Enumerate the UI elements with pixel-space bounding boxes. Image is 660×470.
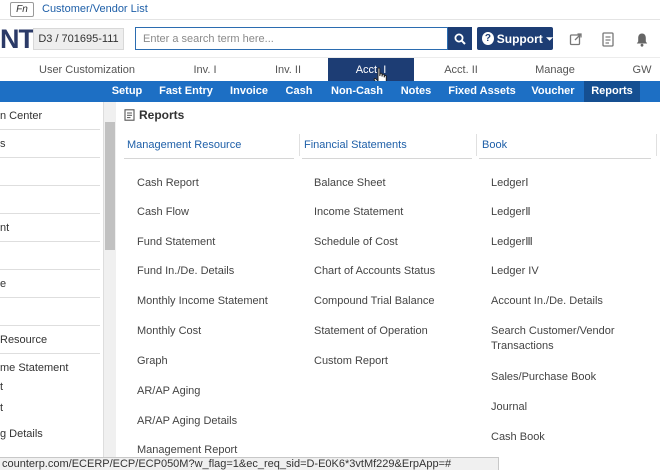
- fn-key-button[interactable]: Fn: [10, 2, 34, 17]
- subtab-notes[interactable]: Notes: [396, 81, 436, 102]
- sidebar: n Center s nt e Resource me Statement t …: [0, 102, 104, 457]
- sub-tabs: Setup Fast Entry Invoice Cash Non-Cash N…: [0, 81, 660, 102]
- tab-manage[interactable]: Manage: [520, 58, 590, 82]
- search-button[interactable]: [448, 27, 472, 50]
- tab-inv-1[interactable]: Inv. I: [172, 58, 238, 82]
- report-link[interactable]: Balance Sheet: [314, 176, 446, 191]
- report-link[interactable]: LedgerⅠ: [491, 176, 623, 191]
- caret-down-icon: [545, 36, 553, 41]
- subtab-invoice[interactable]: Invoice: [224, 81, 274, 102]
- tab-inv-2[interactable]: Inv. II: [255, 58, 321, 82]
- subtab-fixed-assets[interactable]: Fixed Assets: [442, 81, 522, 102]
- report-link[interactable]: Fund Statement: [137, 235, 269, 250]
- report-link[interactable]: Cash Report: [137, 176, 269, 191]
- report-link[interactable]: Search Customer/Vendor Transactions: [491, 324, 631, 354]
- sidebar-scrollbar[interactable]: [104, 102, 116, 457]
- subtab-setup[interactable]: Setup: [106, 81, 148, 102]
- reports-title-text: Reports: [139, 108, 185, 122]
- report-link[interactable]: Chart of Accounts Status: [314, 264, 464, 279]
- support-label: Support: [496, 31, 543, 46]
- support-button[interactable]: ? Support: [477, 27, 553, 50]
- report-link[interactable]: Cash Flow: [137, 205, 269, 220]
- report-link[interactable]: Fund In./De. Details: [137, 264, 269, 279]
- report-link[interactable]: AR/AP Aging: [137, 384, 269, 399]
- status-bar-url: counterp.com/ECERP/ECP/ECP050M?w_flag=1&…: [0, 457, 499, 470]
- report-link[interactable]: Sales/Purchase Book: [491, 370, 641, 385]
- column-divider: [476, 134, 477, 156]
- column-header-management-resource: Management Resource: [127, 139, 242, 151]
- top-strip: Fn Customer/Vendor List: [0, 0, 660, 20]
- document-icon: [124, 109, 135, 121]
- company-code-field[interactable]: D3 / 701695-111: [33, 28, 124, 50]
- report-link[interactable]: Management Report: [137, 443, 269, 457]
- sidebar-item[interactable]: nt: [0, 214, 100, 242]
- column-underline: [302, 158, 472, 159]
- subtab-cash[interactable]: Cash: [280, 81, 318, 102]
- tab-user-customization[interactable]: User Customization: [22, 58, 152, 82]
- subtab-fast-entry[interactable]: Fast Entry: [153, 81, 219, 102]
- search-input[interactable]: [135, 27, 448, 50]
- sidebar-item[interactable]: e: [0, 270, 100, 298]
- report-link[interactable]: Graph: [137, 354, 269, 369]
- column-divider: [299, 134, 300, 156]
- document-icon[interactable]: [600, 31, 616, 47]
- report-link[interactable]: Journal: [491, 400, 623, 415]
- sidebar-item[interactable]: t: [0, 394, 100, 422]
- sidebar-item[interactable]: [0, 186, 100, 214]
- export-icon[interactable]: [568, 31, 584, 47]
- sidebar-item[interactable]: [0, 158, 100, 186]
- column-header-book: Book: [482, 139, 508, 151]
- app-logo: NT: [0, 24, 35, 54]
- report-link[interactable]: LedgerⅡ: [491, 205, 623, 220]
- report-link[interactable]: Account In./De. Details: [491, 294, 641, 309]
- sidebar-section-management-resource[interactable]: Resource: [0, 326, 100, 354]
- sidebar-item[interactable]: g Details: [0, 420, 100, 448]
- subtab-reports[interactable]: Reports: [584, 81, 640, 102]
- reports-panel: Reports Management Resource Financial St…: [116, 102, 660, 457]
- sidebar-item[interactable]: n Center: [0, 102, 100, 130]
- search-icon: [454, 33, 466, 45]
- column-divider: [656, 134, 657, 156]
- module-tabs: User Customization Inv. I Inv. II Acct. …: [0, 57, 660, 82]
- report-link[interactable]: Ledger IV: [491, 264, 623, 279]
- sidebar-item[interactable]: [0, 242, 100, 270]
- column-header-financial-statements: Financial Statements: [304, 139, 407, 151]
- report-link[interactable]: AR/AP Aging Details: [137, 414, 269, 429]
- report-link[interactable]: Compound Trial Balance: [314, 294, 464, 309]
- scrollbar-thumb[interactable]: [105, 122, 115, 250]
- column-underline: [479, 158, 651, 159]
- tab-acct-1[interactable]: Acct. I: [328, 58, 414, 82]
- report-link[interactable]: Income Statement: [314, 205, 446, 220]
- subtab-voucher[interactable]: Voucher: [526, 81, 580, 102]
- customer-vendor-list-link[interactable]: Customer/Vendor List: [42, 3, 148, 15]
- report-link[interactable]: Custom Report: [314, 354, 446, 369]
- report-link[interactable]: Monthly Cost: [137, 324, 269, 339]
- app-header: NT D3 / 701695-111 ? Support: [0, 20, 660, 57]
- subtab-non-cash[interactable]: Non-Cash: [323, 81, 391, 102]
- sidebar-item[interactable]: s: [0, 130, 100, 158]
- bell-icon[interactable]: [634, 31, 650, 47]
- report-link[interactable]: Monthly Income Statement: [137, 294, 287, 309]
- report-link[interactable]: LedgerⅢ: [491, 235, 623, 250]
- report-link[interactable]: Cash Book: [491, 430, 623, 445]
- page-title: Reports: [124, 108, 184, 122]
- support-icon: ?: [482, 32, 494, 45]
- report-link[interactable]: Statement of Operation: [314, 324, 464, 339]
- tab-acct-2[interactable]: Acct. II: [428, 58, 494, 82]
- sidebar-item[interactable]: [0, 298, 100, 326]
- column-underline: [124, 158, 294, 159]
- report-link[interactable]: Schedule of Cost: [314, 235, 446, 250]
- tab-gw[interactable]: GW: [624, 58, 660, 82]
